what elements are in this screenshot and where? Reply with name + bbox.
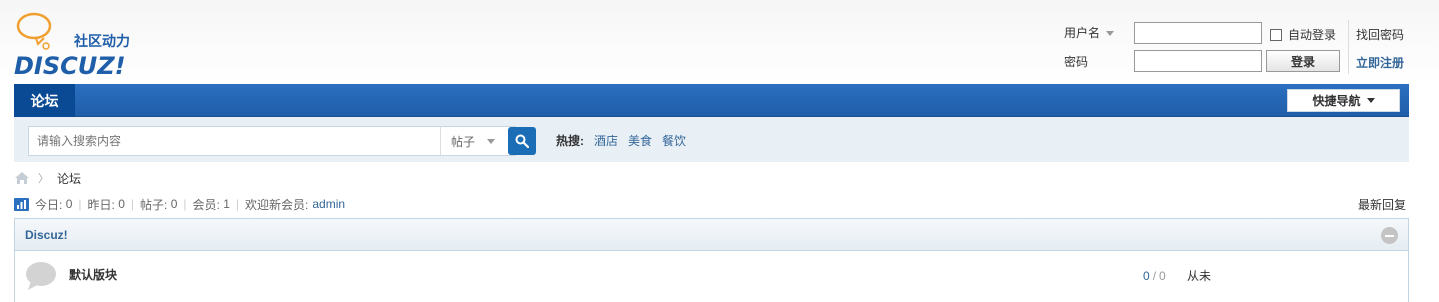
divider: | xyxy=(78,197,82,211)
login-button[interactable]: 登录 xyxy=(1266,50,1340,72)
stat-posts-label: 帖子: xyxy=(140,197,168,212)
header: 社区动力 DISCUZ! 用户名 自动登录 找回密码 密码 登录 立即注册 xyxy=(0,0,1439,84)
search-type-value: 帖子 xyxy=(451,134,476,149)
stat-members-label: 会员: xyxy=(192,197,220,212)
svg-text:DISCUZ!: DISCUZ! xyxy=(14,52,126,78)
auto-login-label: 自动登录 xyxy=(1288,28,1337,42)
collapse-icon[interactable] xyxy=(1381,227,1398,244)
post-count: 0 xyxy=(1159,269,1166,283)
breadcrumb-current[interactable]: 论坛 xyxy=(57,170,81,187)
chevron-down-icon xyxy=(487,138,496,144)
search-input[interactable] xyxy=(29,127,439,155)
divider: | xyxy=(130,197,134,211)
forgot-password-link[interactable]: 找回密码 xyxy=(1356,26,1404,43)
hot-term-link[interactable]: 酒店 xyxy=(594,132,618,149)
hot-term-link[interactable]: 美食 xyxy=(628,132,652,149)
home-icon[interactable] xyxy=(14,171,30,185)
chevron-down-icon xyxy=(1366,98,1375,103)
forum-board-counts: 0/0 xyxy=(1143,269,1166,283)
hot-search: 热搜: 酒店 美食 餐饮 xyxy=(556,132,696,149)
search-box: 帖子 xyxy=(28,126,516,156)
password-label: 密码 xyxy=(1064,55,1089,69)
register-link[interactable]: 立即注册 xyxy=(1356,54,1404,71)
newest-member-link[interactable]: admin xyxy=(312,197,345,211)
search-bar: 帖子 热搜: 酒店 美食 餐饮 xyxy=(14,117,1409,162)
forum-category-title[interactable]: Discuz! xyxy=(25,228,68,242)
stat-yesterday-label: 昨日: xyxy=(87,197,115,212)
minus-icon xyxy=(1385,234,1394,237)
hot-term-link[interactable]: 餐饮 xyxy=(662,132,686,149)
last-post: 从未 xyxy=(1187,269,1212,283)
forum-board-name[interactable]: 默认版块 xyxy=(69,266,117,283)
bar-chart-icon xyxy=(14,197,29,211)
stat-welcome-label: 欢迎新会员: xyxy=(245,197,309,212)
discuz-logo-icon: 社区动力 DISCUZ! xyxy=(14,12,130,78)
forum-stats: 今日: 0 | 昨日: 0 | 帖子: 0 | 会员: 1 | 欢迎新会员: a… xyxy=(14,196,345,212)
stat-today-value: 0 xyxy=(65,197,73,211)
search-button[interactable] xyxy=(508,127,536,155)
forum-bubble-icon xyxy=(26,262,56,290)
username-label[interactable]: 用户名 xyxy=(1064,24,1115,41)
search-icon xyxy=(515,134,529,148)
breadcrumb-separator-icon: 〉 xyxy=(38,173,49,185)
divider xyxy=(1348,20,1349,74)
login-form: 用户名 自动登录 找回密码 密码 登录 立即注册 xyxy=(1064,20,1424,76)
stat-members-value: 1 xyxy=(223,197,230,211)
count-separator: / xyxy=(1152,269,1157,283)
hot-search-label: 热搜: xyxy=(556,134,584,148)
chevron-down-icon xyxy=(1106,31,1115,37)
svg-text:社区动力: 社区动力 xyxy=(73,33,130,50)
main-nav: 论坛 快捷导航 xyxy=(14,84,1409,117)
stat-today-label: 今日: xyxy=(35,197,63,212)
checkbox-icon[interactable] xyxy=(1270,28,1282,41)
quick-nav-button[interactable]: 快捷导航 xyxy=(1287,89,1400,112)
page: 社区动力 DISCUZ! 用户名 自动登录 找回密码 密码 登录 立即注册 论坛… xyxy=(0,0,1439,302)
auto-login-checkbox[interactable]: 自动登录 xyxy=(1270,26,1336,43)
divider: | xyxy=(235,197,239,211)
stat-posts-value: 0 xyxy=(170,197,178,211)
nav-tab-forum[interactable]: 论坛 xyxy=(14,84,75,117)
search-type-select[interactable]: 帖子 xyxy=(440,127,515,155)
divider: | xyxy=(183,197,187,211)
thread-count: 0 xyxy=(1143,269,1150,283)
quick-nav-label: 快捷导航 xyxy=(1312,94,1361,108)
forum-category: Discuz! 默认版块 0/0 从未 xyxy=(14,218,1409,302)
breadcrumb: 〉 论坛 xyxy=(14,170,81,186)
stat-yesterday-value: 0 xyxy=(118,197,125,211)
username-input[interactable] xyxy=(1134,22,1262,44)
forum-board-row: 默认版块 0/0 从未 xyxy=(15,252,1408,302)
latest-replies-link[interactable]: 最新回复 xyxy=(1358,196,1406,213)
password-input[interactable] xyxy=(1134,50,1262,72)
site-logo[interactable]: 社区动力 DISCUZ! xyxy=(14,8,154,78)
username-label-text: 用户名 xyxy=(1064,26,1101,40)
forum-category-header: Discuz! xyxy=(15,219,1408,251)
